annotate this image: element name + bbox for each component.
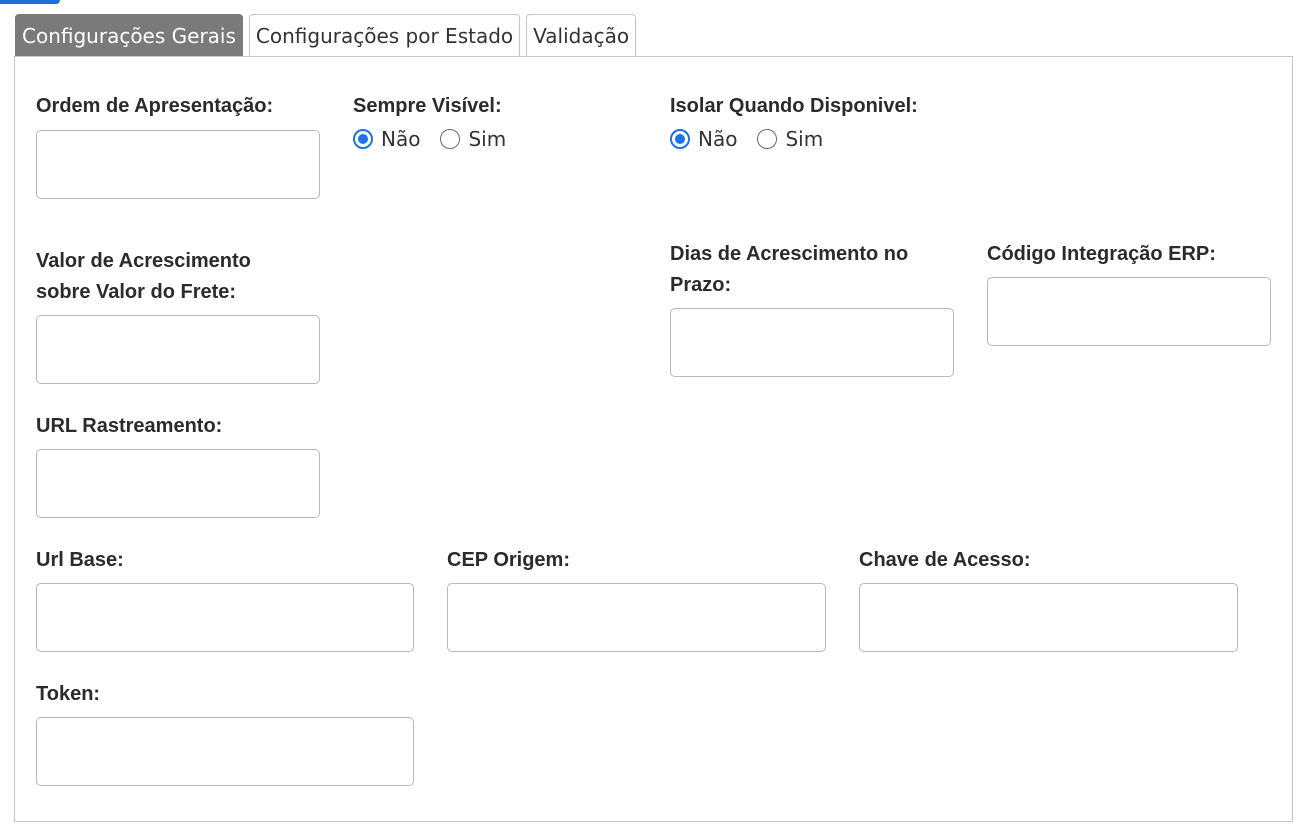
isolar-disponivel-sim-radio[interactable] xyxy=(757,129,778,149)
sempre-visivel-sim-label[interactable]: Sim xyxy=(468,127,506,151)
dias-acrescimento-input[interactable] xyxy=(670,308,954,377)
valor-acrescimento-label-line2: sobre Valor do Frete: xyxy=(36,281,237,303)
tab-configuracoes-por-estado[interactable]: Configurações por Estado xyxy=(248,14,521,56)
tab-bar: Configurações Gerais Configurações por E… xyxy=(15,12,637,56)
top-accent-bar xyxy=(0,0,60,4)
codigo-erp-label: Código Integração ERP: xyxy=(987,243,1216,265)
codigo-erp-input[interactable] xyxy=(987,277,1271,346)
token-label: Token: xyxy=(36,683,101,705)
sempre-visivel-sim-radio[interactable] xyxy=(440,129,461,149)
sempre-visivel-radio-group: Não Sim xyxy=(353,127,518,151)
url-rastreamento-label: URL Rastreamento: xyxy=(36,415,223,437)
valor-acrescimento-label-line1: Valor de Acrescimento xyxy=(36,250,251,272)
ordem-apresentacao-input[interactable] xyxy=(36,130,320,199)
chave-acesso-input[interactable] xyxy=(859,583,1238,652)
sempre-visivel-nao-label[interactable]: Não xyxy=(381,127,420,151)
dias-acrescimento-label-line1: Dias de Acrescimento no xyxy=(670,243,909,265)
isolar-disponivel-nao-radio[interactable] xyxy=(670,129,690,149)
cep-origem-input[interactable] xyxy=(447,583,826,652)
isolar-disponivel-nao-label[interactable]: Não xyxy=(698,127,737,151)
url-base-label: Url Base: xyxy=(36,549,124,571)
isolar-disponivel-radio-group: Não Sim xyxy=(670,127,835,151)
tab-validacao[interactable]: Validação xyxy=(526,14,637,56)
valor-acrescimento-input[interactable] xyxy=(36,315,320,384)
url-base-input[interactable] xyxy=(36,583,414,652)
ordem-apresentacao-label: Ordem de Apresentação: xyxy=(36,95,274,117)
tab-configuracoes-gerais[interactable]: Configurações Gerais xyxy=(15,14,243,56)
sempre-visivel-nao-radio[interactable] xyxy=(353,129,373,149)
chave-acesso-label: Chave de Acesso: xyxy=(859,549,1031,571)
sempre-visivel-label: Sempre Visível: xyxy=(353,95,502,117)
url-rastreamento-input[interactable] xyxy=(36,449,320,518)
dias-acrescimento-label-line2: Prazo: xyxy=(670,274,732,296)
cep-origem-label: CEP Origem: xyxy=(447,549,570,571)
isolar-disponivel-label: Isolar Quando Disponivel: xyxy=(670,95,918,117)
isolar-disponivel-sim-label[interactable]: Sim xyxy=(785,127,823,151)
token-input[interactable] xyxy=(36,717,414,786)
